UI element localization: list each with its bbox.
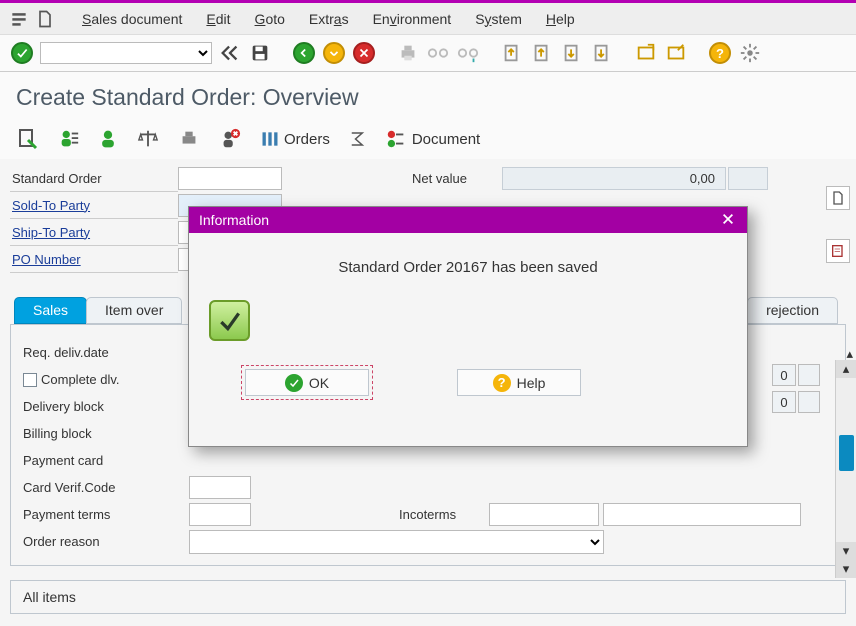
check-icon <box>285 374 303 392</box>
modal-overlay: Information Standard Order 20167 has bee… <box>0 0 856 626</box>
question-icon: ? <box>493 374 511 392</box>
dialog-message: Standard Order 20167 has been saved <box>209 259 727 276</box>
success-icon <box>209 300 250 341</box>
help-button[interactable]: ? Help <box>457 369 581 396</box>
ok-button[interactable]: OK <box>245 369 369 396</box>
ok-label: OK <box>309 375 329 391</box>
close-icon[interactable] <box>721 212 737 228</box>
dialog-title: Information <box>199 212 269 228</box>
dialog-titlebar: Information <box>189 207 747 233</box>
information-dialog: Information Standard Order 20167 has bee… <box>188 206 748 447</box>
help-label: Help <box>517 375 546 391</box>
